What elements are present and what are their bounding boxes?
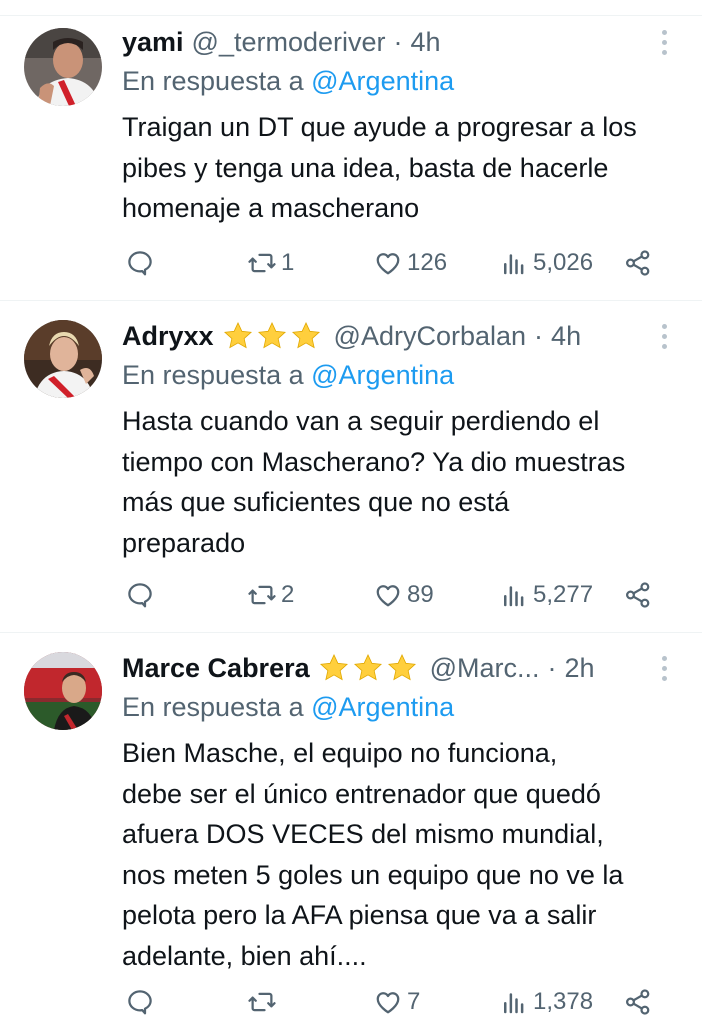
tweet-text-line: pibes y tenga una idea, basta de hacerle — [122, 152, 609, 183]
more-options-icon[interactable] — [658, 316, 670, 356]
like-button[interactable]: 89 — [373, 575, 434, 615]
heart-icon — [376, 585, 400, 607]
star-icon — [291, 321, 320, 349]
action-bar: 7 1,378 — [0, 982, 702, 1022]
views-button[interactable]: 1,378 — [499, 982, 593, 1022]
view-count: 1,378 — [533, 988, 594, 1015]
separator-dot: · — [547, 652, 557, 683]
replying-to: En respuesta a @Argentina — [122, 66, 454, 97]
display-name[interactable]: Adryxx — [122, 321, 214, 352]
like-count: 7 — [407, 988, 421, 1015]
share-button[interactable] — [623, 243, 653, 283]
like-button[interactable]: 126 — [373, 243, 447, 283]
tweet-header: Marce Cabrera @Marc... · 2h — [122, 648, 642, 688]
replying-to-label: En respuesta a — [122, 66, 304, 96]
avatar[interactable] — [24, 28, 102, 106]
star-icon — [353, 653, 382, 681]
mention-link[interactable]: @Argentina — [311, 360, 454, 390]
tweet-text-line: pelota pero la AFA piensa que va a salir — [122, 900, 597, 930]
tweet-text: Traigan un DT que ayude a progresar a lo… — [122, 107, 682, 229]
avatar[interactable] — [24, 320, 102, 398]
divider — [0, 300, 702, 301]
timestamp[interactable]: 4h — [411, 27, 441, 58]
separator-dot: · — [534, 320, 544, 351]
views-icon — [504, 586, 524, 607]
share-button[interactable] — [623, 575, 653, 615]
tweet-text-line: preparado — [122, 527, 246, 558]
avatar[interactable] — [24, 652, 102, 730]
star-icon — [387, 653, 416, 681]
tweet-text-line: Traigan un DT que ayude a progresar a lo… — [122, 112, 637, 142]
reply-icon — [128, 251, 152, 276]
star-badges — [318, 652, 420, 684]
replying-to-label: En respuesta a — [122, 692, 304, 722]
user-handle[interactable]: @Marc... — [430, 653, 540, 684]
tweet-text-line: Bien Masche, el equipo no funciona, — [122, 738, 558, 768]
tweet-text-line: debe ser el único entrenador que quedó — [122, 778, 601, 809]
tweet-text-line: tiempo con Mascherano? Ya dio muestras — [122, 446, 626, 477]
user-handle[interactable]: @AdryCorbalan — [334, 321, 527, 352]
like-count: 89 — [407, 581, 434, 608]
tweet-text-line: adelante, bien ahí.... — [122, 940, 367, 971]
star-icon — [223, 321, 252, 349]
views-button[interactable]: 5,277 — [499, 575, 593, 615]
share-button[interactable] — [623, 982, 653, 1022]
heart-icon — [376, 253, 400, 275]
share-icon — [625, 989, 650, 1015]
more-options-icon[interactable] — [658, 648, 670, 688]
retweet-count: 1 — [281, 249, 295, 276]
tweet-text-line: Hasta cuando van a seguir perdiendo el — [122, 406, 600, 436]
user-handle[interactable]: @_termoderiver — [192, 27, 386, 58]
reply-button[interactable] — [125, 575, 159, 615]
retweet-count: 2 — [281, 581, 295, 608]
views-icon — [504, 254, 524, 275]
more-options-icon[interactable] — [658, 22, 670, 62]
tweet-text-line: más que suficientes que no está — [122, 487, 510, 517]
mention-link[interactable]: @Argentina — [311, 66, 454, 96]
retweet-button[interactable]: 2 — [247, 575, 294, 615]
action-bar: 1 126 5,026 — [0, 243, 702, 283]
star-icon — [319, 653, 348, 681]
share-icon — [625, 582, 650, 608]
replying-to: En respuesta a @Argentina — [122, 692, 454, 723]
star-badges — [222, 320, 324, 352]
replying-to-label: En respuesta a — [122, 360, 304, 390]
retweet-button[interactable]: 1 — [247, 243, 294, 283]
like-button[interactable]: 7 — [373, 982, 420, 1022]
tweet-text: Hasta cuando van a seguir perdiendo el t… — [122, 401, 682, 563]
timestamp[interactable]: 2h — [565, 653, 595, 684]
divider — [0, 632, 702, 633]
action-bar: 2 89 5,277 — [0, 575, 702, 615]
timestamp[interactable]: 4h — [551, 321, 581, 352]
retweet-icon — [248, 585, 276, 605]
tweet-header: yami @_termoderiver · 4h — [122, 22, 642, 62]
separator-dot: · — [393, 26, 403, 57]
mention-link[interactable]: @Argentina — [311, 692, 454, 722]
views-icon — [504, 993, 524, 1014]
reply-icon — [128, 990, 152, 1015]
reply-icon — [128, 583, 152, 608]
reply-button[interactable] — [125, 982, 159, 1022]
views-button[interactable]: 5,026 — [499, 243, 593, 283]
like-count: 126 — [407, 249, 448, 276]
share-icon — [625, 250, 650, 276]
display-name[interactable]: yami — [122, 27, 184, 58]
retweet-icon — [248, 253, 276, 273]
tweet-text-line: homenaje a mascherano — [122, 193, 420, 223]
heart-icon — [376, 992, 400, 1014]
display-name[interactable]: Marce Cabrera — [122, 653, 310, 684]
retweet-icon — [248, 992, 276, 1012]
divider — [0, 15, 702, 16]
tweet-text-line: afuera DOS VECES del mismo mundial, — [122, 819, 604, 849]
reply-button[interactable] — [125, 243, 159, 283]
tweet-header: Adryxx @AdryCorbalan · 4h — [122, 316, 642, 356]
replies-feed: yami @_termoderiver · 4h En respuesta a … — [0, 0, 702, 1024]
retweet-button[interactable] — [247, 982, 281, 1022]
tweet-text: Bien Masche, el equipo no funciona, debe… — [122, 733, 682, 976]
star-icon — [257, 321, 286, 349]
tweet-text-line: nos meten 5 goles un equipo que no ve la — [122, 859, 624, 890]
view-count: 5,026 — [533, 249, 594, 276]
replying-to: En respuesta a @Argentina — [122, 360, 454, 391]
view-count: 5,277 — [533, 581, 594, 608]
